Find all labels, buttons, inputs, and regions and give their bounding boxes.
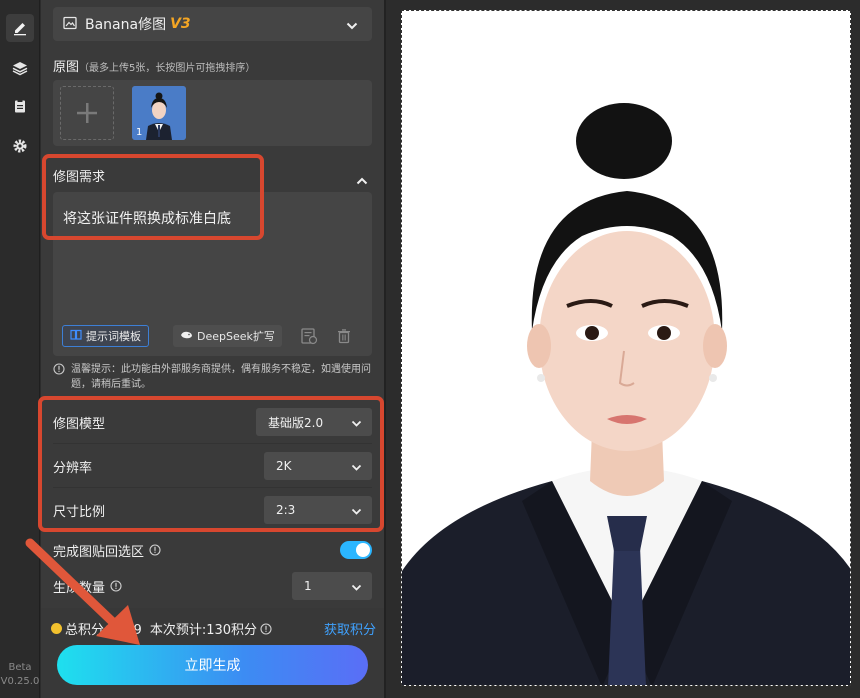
id-portrait-image bbox=[402, 11, 850, 685]
result-photo[interactable] bbox=[401, 10, 851, 686]
